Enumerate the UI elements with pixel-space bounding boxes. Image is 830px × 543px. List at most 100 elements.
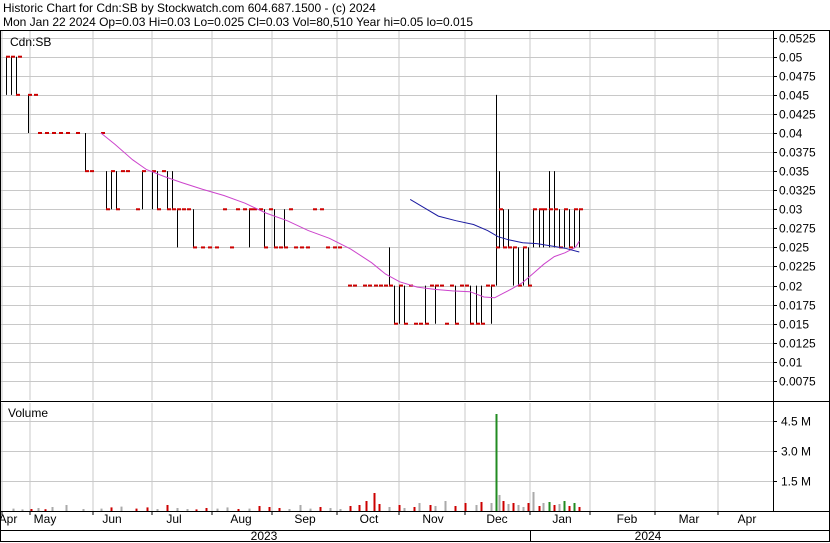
price-close-tick	[549, 208, 553, 211]
price-close-tick	[574, 208, 578, 211]
price-close-tick	[157, 208, 161, 211]
price-close-tick	[513, 246, 517, 249]
price-close-tick	[543, 208, 547, 211]
price-close-tick	[6, 55, 10, 58]
price-close-tick	[279, 246, 283, 249]
price-close-tick	[269, 208, 273, 211]
price-close-tick	[394, 322, 398, 325]
price-close-tick	[333, 246, 337, 249]
price-close-tick	[193, 246, 197, 249]
moving-average-long	[409, 198, 580, 253]
price-close-tick	[215, 246, 219, 249]
price-close-tick	[38, 131, 42, 134]
y-tick-label: 0.035	[779, 165, 809, 179]
price-close-tick	[284, 246, 288, 249]
price-close-tick	[539, 208, 543, 211]
ticker-label: Cdn:SB	[10, 35, 51, 49]
price-close-tick	[142, 170, 146, 173]
price-close-tick	[274, 246, 278, 249]
x-tick-label: Apr	[738, 512, 757, 526]
y-tick-label: 0.0075	[779, 375, 816, 389]
x-tick-label: Sep	[294, 512, 316, 526]
volume-y-tick-label: 1.5 M	[781, 475, 811, 489]
price-close-tick	[414, 322, 418, 325]
price-close-tick	[476, 322, 480, 325]
price-close-tick	[389, 284, 393, 287]
price-close-tick	[45, 131, 49, 134]
y-tick-label: 0.0375	[779, 146, 816, 160]
price-close-tick	[90, 170, 94, 173]
price-close-tick	[85, 170, 89, 173]
price-close-tick	[187, 208, 191, 211]
y-tick-label: 0.02	[779, 280, 803, 294]
price-close-tick	[208, 246, 212, 249]
stock-chart: 0.0525 0.05 0.0475 0.045 0.0425 0.04 0.0375 0.0…	[0, 30, 830, 543]
x-tick-label: Jul	[166, 512, 181, 526]
chart-frame	[0, 30, 830, 542]
price-close-tick	[111, 170, 115, 173]
price-close-tick	[384, 284, 388, 287]
x-tick-label: May	[34, 512, 57, 526]
price-close-tick	[116, 208, 120, 211]
y-tick-label: 0.04	[779, 127, 803, 141]
year-label: 2023	[251, 529, 278, 543]
price-close-tick	[326, 246, 330, 249]
price-close-tick	[121, 170, 125, 173]
price-close-tick	[106, 208, 110, 211]
price-close-tick	[368, 284, 372, 287]
price-close-tick	[11, 55, 15, 58]
price-close-tick	[294, 246, 298, 249]
price-close-tick	[136, 208, 140, 211]
price-close-tick	[430, 284, 434, 287]
price-close-tick	[465, 284, 469, 287]
price-close-tick	[52, 131, 56, 134]
x-tick-label: Dec	[486, 512, 507, 526]
x-tick-label: Jan	[552, 512, 571, 526]
price-close-tick	[460, 284, 464, 287]
y-tick-label: 0.01	[779, 356, 803, 370]
volume-y-tick-label: 3.0 M	[781, 445, 811, 459]
price-close-tick	[399, 284, 403, 287]
price-close-tick	[264, 246, 268, 249]
price-close-tick	[177, 208, 181, 211]
price-close-tick	[379, 284, 383, 287]
price-close-tick	[533, 208, 537, 211]
price-close-tick	[34, 93, 38, 96]
price-close-tick	[236, 208, 240, 211]
y-tick-label: 0.0175	[779, 299, 816, 313]
price-close-tick	[440, 284, 444, 287]
price-close-tick	[435, 284, 439, 287]
x-tick-label: Jun	[102, 512, 121, 526]
moving-average-short	[100, 132, 580, 299]
price-close-tick	[486, 284, 490, 287]
price-close-tick	[338, 246, 342, 249]
x-tick-label: Oct	[360, 512, 379, 526]
x-tick-label: Aug	[230, 512, 251, 526]
price-close-tick	[162, 170, 166, 173]
volume-label: Volume	[8, 406, 48, 420]
price-close-tick	[508, 246, 512, 249]
price-close-tick	[182, 208, 186, 211]
price-close-tick	[249, 208, 253, 211]
price-close-tick	[470, 322, 474, 325]
price-close-tick	[16, 93, 20, 96]
price-close-tick	[300, 246, 304, 249]
y-tick-label: 0.0525	[779, 32, 816, 46]
y-tick-label: 0.0225	[779, 260, 816, 274]
price-close-tick	[419, 322, 423, 325]
x-tick-label: Apr	[0, 512, 17, 526]
volume-y-tick-label: 4.5 M	[781, 415, 811, 429]
price-close-tick	[363, 284, 367, 287]
price-close-tick	[167, 208, 171, 211]
price-close-tick	[18, 55, 22, 58]
y-tick-label: 0.05	[779, 51, 803, 65]
price-close-tick	[455, 322, 459, 325]
price-close-tick	[76, 131, 80, 134]
price-close-tick	[503, 246, 507, 249]
y-tick-label: 0.0425	[779, 108, 816, 122]
axes: 0.0525 0.05 0.0475 0.045 0.0425 0.04 0.0375 0.0…	[0, 32, 816, 543]
price-close-tick	[28, 93, 32, 96]
y-tick-label: 0.03	[779, 203, 803, 217]
moving-averages	[100, 132, 580, 299]
y-tick-label: 0.0275	[779, 222, 816, 236]
